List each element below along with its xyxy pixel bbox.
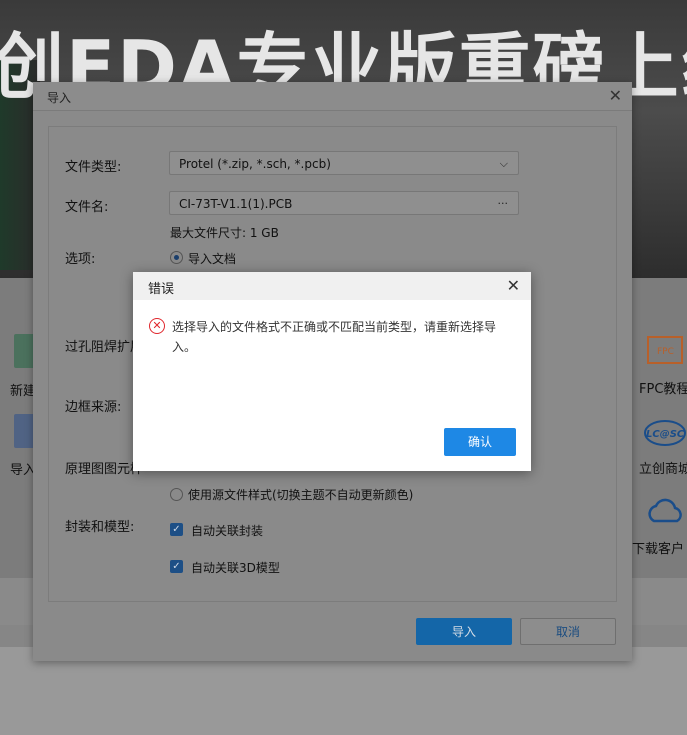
use-source-style-label: 使用源文件样式(切换主题不自动更新颜色) (188, 488, 414, 502)
file-type-value: Protel (*.zip, *.sch, *.pcb) (179, 157, 331, 171)
via-solder-label: 过孔阻焊扩展 (65, 340, 144, 355)
use-source-style-radio[interactable] (170, 488, 183, 501)
auto-footprint-checkbox[interactable]: ✓ (170, 523, 183, 536)
fpc-tutorial-label[interactable]: FPC教程 (639, 378, 687, 397)
error-icon: ✕ (149, 318, 165, 334)
import-dialog-title: 导入 (47, 91, 72, 105)
import-doc-radio[interactable] (170, 251, 183, 264)
fpc-icon[interactable]: FPC (645, 334, 685, 370)
file-name-field[interactable]: CI-73T-V1.1(1).PCB ··· (169, 191, 519, 215)
close-icon[interactable]: ✕ (507, 276, 520, 295)
svg-text:LC@SC: LC@SC (646, 429, 685, 440)
import-dialog-titlebar: 导入 ✕ (33, 82, 632, 111)
error-dialog-title: 错误 (148, 282, 175, 297)
cancel-button[interactable]: 取消 (520, 618, 616, 645)
footprint-model-label: 封装和模型: (65, 520, 135, 535)
svg-text:FPC: FPC (657, 347, 674, 357)
auto-3d-label: 自动关联3D模型 (191, 561, 280, 575)
browse-file-button[interactable]: ··· (498, 192, 509, 216)
cloud-download-icon[interactable] (646, 497, 686, 529)
schematic-style-label: 原理图图元样 (65, 462, 144, 477)
error-dialog-titlebar: 错误 ✕ (133, 272, 531, 300)
import-button[interactable]: 导入 (416, 618, 512, 645)
download-client-label[interactable]: 下载客户 (632, 538, 684, 557)
lcsc-mall-label[interactable]: 立创商城 (639, 458, 687, 477)
border-source-label: 边框来源: (65, 400, 122, 415)
error-message: 选择导入的文件格式不正确或不匹配当前类型，请重新选择导入。 (172, 320, 497, 354)
max-size-hint: 最大文件尺寸: 1 GB (170, 226, 279, 240)
chevron-down-icon: ⌵ (499, 157, 508, 170)
lcsc-logo-icon[interactable]: LC@SC (643, 418, 687, 448)
file-name-value: CI-73T-V1.1(1).PCB (179, 197, 293, 211)
file-type-select[interactable]: Protel (*.zip, *.sch, *.pcb) ⌵ (169, 151, 519, 175)
close-icon[interactable]: ✕ (609, 86, 622, 105)
confirm-button[interactable]: 确认 (444, 428, 516, 456)
file-type-label: 文件类型: (65, 160, 122, 175)
error-dialog: 错误 ✕ ✕ 选择导入的文件格式不正确或不匹配当前类型，请重新选择导入。 确认 (133, 272, 531, 471)
options-label: 选项: (65, 252, 96, 267)
auto-3d-checkbox[interactable]: ✓ (170, 560, 183, 573)
import-doc-label: 导入文档 (188, 252, 237, 266)
auto-footprint-label: 自动关联封装 (191, 524, 264, 538)
file-name-label: 文件名: (65, 200, 109, 215)
